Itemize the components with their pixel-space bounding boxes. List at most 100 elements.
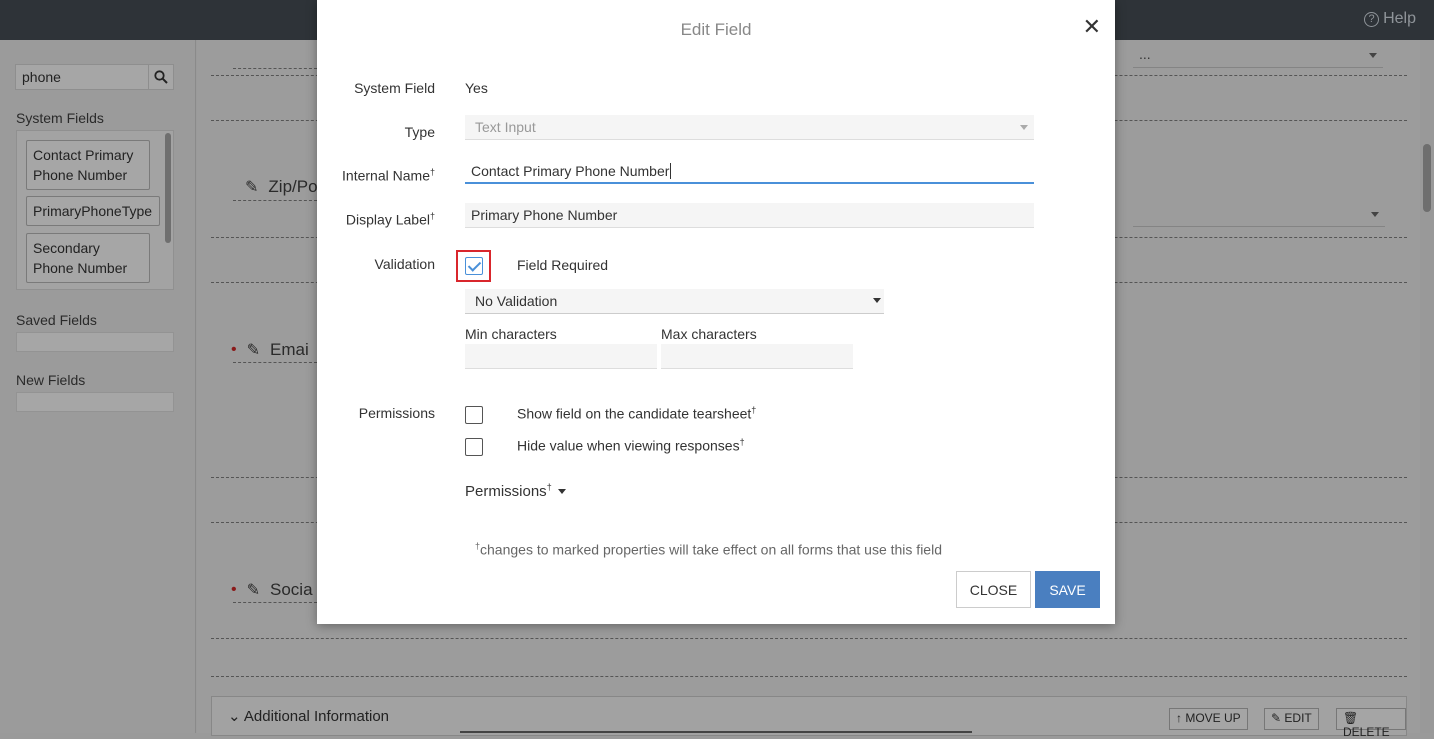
top-dropdown[interactable]: ... xyxy=(1133,46,1383,68)
pencil-icon: ✎ xyxy=(1271,711,1282,725)
saved-fields-heading: Saved Fields xyxy=(16,312,97,328)
max-characters-input[interactable] xyxy=(661,344,853,369)
permissions-toggle-text: Permissions xyxy=(465,483,547,500)
system-field-chip[interactable]: Contact Primary Phone Number xyxy=(26,140,150,190)
pencil-icon: ✎ xyxy=(246,582,261,599)
permissions-label: Permissions xyxy=(358,405,435,421)
required-dot: • xyxy=(231,581,237,598)
zip-dropdown[interactable] xyxy=(1133,205,1385,227)
edit-label: EDIT xyxy=(1284,711,1312,725)
display-label-label: Display Label† xyxy=(346,211,435,228)
field-zip-label: Zip/Po xyxy=(268,177,318,196)
show-tearsheet-checkbox[interactable] xyxy=(465,406,483,424)
internal-name-label: Internal Name† xyxy=(342,167,435,184)
hide-value-label: Hide value when viewing responses† xyxy=(517,437,745,454)
internal-name-label-text: Internal Name xyxy=(342,167,430,184)
system-field-chip[interactable]: Secondary Phone Number xyxy=(26,233,150,283)
permissions-toggle-label: Permissions† xyxy=(465,482,552,500)
field-email[interactable]: • ✎ Emai xyxy=(231,340,309,360)
pencil-icon: ✎ xyxy=(246,342,261,359)
section-title: Additional Information xyxy=(243,708,390,725)
help-label: Help xyxy=(1383,10,1416,27)
close-icon[interactable]: ✕ xyxy=(1083,14,1101,40)
show-tearsheet-label: Show field on the candidate tearsheet† xyxy=(517,405,756,422)
field-social[interactable]: • ✎ Socia xyxy=(231,580,313,600)
divider xyxy=(211,676,1407,677)
display-label-input[interactable]: Primary Phone Number xyxy=(465,203,1034,228)
edit-button[interactable]: ✎ EDIT xyxy=(1264,708,1319,730)
chevron-down-icon xyxy=(1369,53,1377,58)
hide-value-label-text: Hide value when viewing responses xyxy=(517,437,740,454)
divider xyxy=(233,200,317,201)
additional-information-header[interactable]: ⌄ Additional Information xyxy=(228,707,389,725)
page-scrollbar-track[interactable] xyxy=(1420,40,1434,733)
dagger-mark: † xyxy=(429,211,435,221)
trash-icon: 🗑 xyxy=(1343,711,1359,725)
new-fields-list xyxy=(16,392,174,412)
chevron-down-icon xyxy=(1371,212,1379,217)
chevron-down-icon xyxy=(1020,125,1028,130)
help-link[interactable]: ? Help xyxy=(1364,10,1416,28)
edit-field-modal: Edit Field ✕ System Field Yes Type Text … xyxy=(317,0,1115,624)
permissions-dropdown-toggle[interactable]: Permissions† xyxy=(465,482,566,500)
pencil-icon: ✎ xyxy=(245,179,259,196)
dagger-mark: † xyxy=(429,167,435,177)
new-fields-heading: New Fields xyxy=(16,372,86,388)
type-label: Type xyxy=(404,124,435,140)
footnote-text: changes to marked properties will take e… xyxy=(480,541,942,558)
system-field-label: System Field xyxy=(354,80,435,96)
arrow-up-icon: ↑ xyxy=(1176,711,1182,725)
saved-fields-list xyxy=(16,332,174,352)
modal-title: Edit Field xyxy=(680,20,752,39)
save-button[interactable]: SAVE xyxy=(1035,571,1100,608)
display-label-label-text: Display Label xyxy=(345,211,430,228)
validation-select-value: No Validation xyxy=(475,293,558,309)
field-required-checkbox[interactable] xyxy=(465,257,483,275)
system-field-chip[interactable]: PrimaryPhoneType xyxy=(26,196,160,226)
hide-value-checkbox[interactable] xyxy=(465,438,483,456)
dagger-mark: † xyxy=(751,405,757,415)
field-email-label: Emai xyxy=(270,340,309,359)
internal-name-value: Contact Primary Phone Number xyxy=(471,163,670,179)
close-button[interactable]: CLOSE xyxy=(956,571,1031,608)
max-characters-label: Max characters xyxy=(661,326,757,342)
min-characters-label: Min characters xyxy=(465,326,557,342)
field-search: phone xyxy=(15,64,174,90)
show-tearsheet-label-text: Show field on the candidate tearsheet xyxy=(517,405,752,422)
required-dot: • xyxy=(231,341,237,358)
footnote: †changes to marked properties will take … xyxy=(475,541,942,558)
validation-select[interactable]: No Validation xyxy=(465,289,884,314)
validation-label: Validation xyxy=(374,256,435,272)
divider xyxy=(233,68,317,69)
system-fields-heading: System Fields xyxy=(16,110,104,126)
dagger-mark: † xyxy=(739,437,745,447)
search-button[interactable] xyxy=(148,65,173,89)
move-up-label: MOVE UP xyxy=(1185,711,1241,725)
min-characters-input[interactable] xyxy=(465,344,657,369)
system-fields-list: Contact Primary Phone Number PrimaryPhon… xyxy=(16,130,174,290)
field-required-label: Field Required xyxy=(517,257,609,273)
field-sidebar: phone System Fields Contact Primary Phon… xyxy=(0,40,196,733)
chevron-down-icon: ⌄ xyxy=(228,708,241,725)
dagger-mark: † xyxy=(546,482,552,492)
system-fields-scrollbar[interactable] xyxy=(165,133,171,243)
field-search-input[interactable]: phone xyxy=(16,65,148,89)
question-circle-icon: ? xyxy=(1364,11,1380,27)
field-zip[interactable]: ✎ Zip/Po xyxy=(245,177,318,197)
chevron-down-icon xyxy=(873,298,881,303)
divider xyxy=(233,602,317,603)
search-icon xyxy=(154,70,168,84)
delete-button[interactable]: 🗑 DELETE xyxy=(1336,708,1406,739)
top-dropdown-value: ... xyxy=(1139,46,1151,62)
internal-name-input[interactable]: Contact Primary Phone Number xyxy=(465,159,1034,184)
caret-down-icon xyxy=(557,488,566,494)
divider xyxy=(211,638,1407,639)
system-field-value: Yes xyxy=(465,80,488,96)
text-cursor xyxy=(670,163,672,179)
delete-label: DELETE xyxy=(1343,725,1390,739)
page-scrollbar-thumb[interactable] xyxy=(1423,144,1431,212)
divider xyxy=(233,362,317,363)
additional-information-panel: ⌄ Additional Information ↑ MOVE UP ✎ EDI… xyxy=(211,696,1407,739)
type-select[interactable]: Text Input xyxy=(465,115,1034,140)
move-up-button[interactable]: ↑ MOVE UP xyxy=(1169,708,1248,730)
